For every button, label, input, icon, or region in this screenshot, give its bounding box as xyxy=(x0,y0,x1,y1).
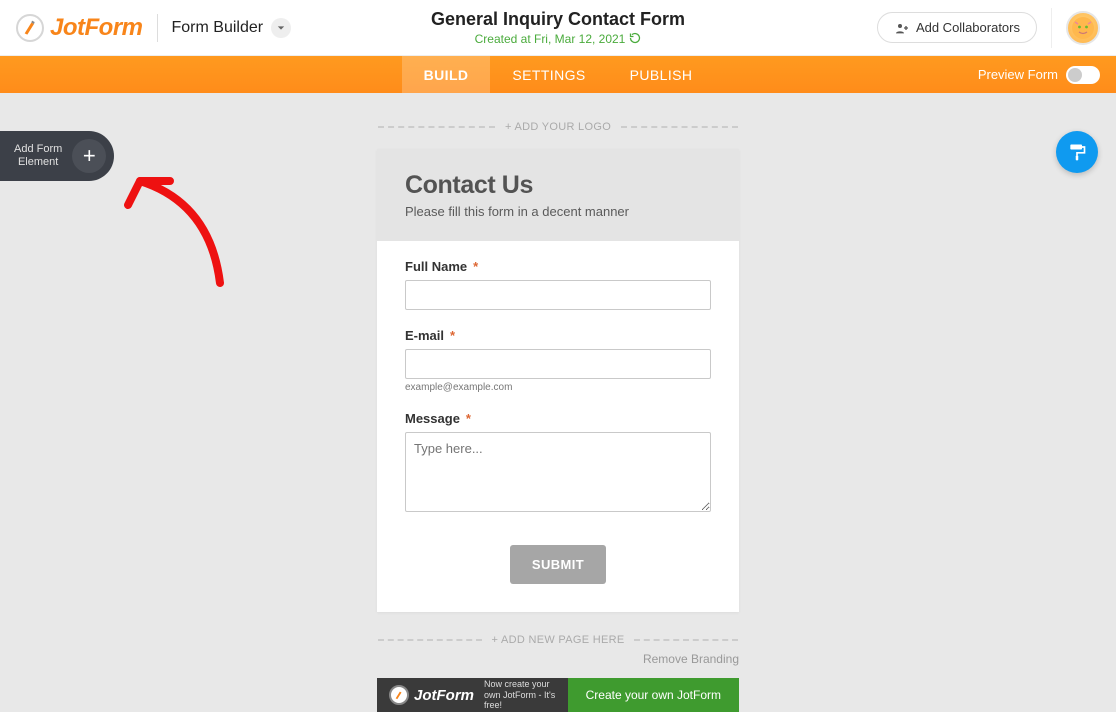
promo-logo: JotForm xyxy=(389,685,474,705)
field-label: Full Name xyxy=(405,259,467,274)
promo-message: Now create your own JotForm - It's free! xyxy=(484,679,564,711)
canvas: Add Form Element + + ADD YOUR LOGO Conta… xyxy=(0,93,1116,712)
add-collaborators-label: Add Collaborators xyxy=(916,20,1020,35)
field-message[interactable]: Message * xyxy=(405,411,711,517)
logo[interactable]: JotForm xyxy=(16,14,143,42)
header-right: Add Collaborators xyxy=(877,8,1100,48)
plus-icon: + xyxy=(72,139,106,173)
required-indicator: * xyxy=(466,411,471,426)
tab-publish[interactable]: PUBLISH xyxy=(608,56,715,93)
nav-tabs: BUILD SETTINGS PUBLISH xyxy=(402,56,715,93)
created-line: Created at Fri, Mar 12, 2021 xyxy=(431,32,685,47)
avatar-icon xyxy=(1071,16,1095,40)
add-form-element-button[interactable]: Add Form Element + xyxy=(0,131,114,181)
field-full-name[interactable]: Full Name * xyxy=(405,259,711,310)
promo-bar: JotForm Now create your own JotForm - It… xyxy=(377,678,739,712)
header-center: General Inquiry Contact Form Created at … xyxy=(431,9,685,47)
submit-button[interactable]: SUBMIT xyxy=(510,545,606,584)
divider xyxy=(157,14,158,42)
promo-logo-icon xyxy=(389,685,409,705)
avatar[interactable] xyxy=(1066,11,1100,45)
full-name-input[interactable] xyxy=(405,280,711,310)
field-email[interactable]: E-mail * example@example.com xyxy=(405,328,711,393)
annotation-arrow xyxy=(120,163,230,293)
promo-logo-text: JotForm xyxy=(414,687,474,704)
submit-wrap: SUBMIT xyxy=(405,545,711,584)
app-header: JotForm Form Builder General Inquiry Con… xyxy=(0,0,1116,56)
divider xyxy=(1051,8,1052,48)
promo-cta-button[interactable]: Create your own JotForm xyxy=(568,678,739,712)
required-indicator: * xyxy=(450,328,455,343)
remove-branding-link[interactable]: Remove Branding xyxy=(377,652,739,666)
tab-settings[interactable]: SETTINGS xyxy=(490,56,607,93)
created-text: Created at Fri, Mar 12, 2021 xyxy=(475,32,626,46)
required-indicator: * xyxy=(473,259,478,274)
form-title: Contact Us xyxy=(405,171,711,200)
page-title[interactable]: General Inquiry Contact Form xyxy=(431,9,685,30)
add-element-label: Add Form Element xyxy=(14,143,62,169)
nav-bar: BUILD SETTINGS PUBLISH Preview Form xyxy=(0,56,1116,93)
field-label: Message xyxy=(405,411,460,426)
logo-icon xyxy=(16,14,44,42)
email-sublabel: example@example.com xyxy=(405,382,711,393)
form-card: Contact Us Please fill this form in a de… xyxy=(377,149,739,612)
preview-toggle-wrap: Preview Form xyxy=(978,56,1100,93)
form-builder-label: Form Builder xyxy=(172,19,264,37)
form-designer-button[interactable] xyxy=(1056,131,1098,173)
email-input[interactable] xyxy=(405,349,711,379)
collaborators-icon xyxy=(894,21,910,35)
form-subtitle: Please fill this form in a decent manner xyxy=(405,204,711,219)
message-textarea[interactable] xyxy=(405,432,711,512)
toggle-knob xyxy=(1068,68,1082,82)
revision-history-icon[interactable] xyxy=(629,32,641,47)
add-collaborators-button[interactable]: Add Collaborators xyxy=(877,12,1037,43)
form-builder-dropdown[interactable] xyxy=(271,18,291,38)
add-logo-button[interactable]: + ADD YOUR LOGO xyxy=(378,121,738,133)
tab-build[interactable]: BUILD xyxy=(402,56,491,93)
preview-label: Preview Form xyxy=(978,67,1058,82)
preview-toggle[interactable] xyxy=(1066,66,1100,84)
field-label: E-mail xyxy=(405,328,444,343)
form-body: Full Name * E-mail * example@example.com… xyxy=(377,241,739,612)
form-header[interactable]: Contact Us Please fill this form in a de… xyxy=(377,149,739,241)
add-new-page-button[interactable]: + ADD NEW PAGE HERE xyxy=(378,634,738,646)
chevron-down-icon xyxy=(277,24,285,32)
logo-text: JotForm xyxy=(50,14,143,42)
paint-roller-icon xyxy=(1067,142,1087,162)
